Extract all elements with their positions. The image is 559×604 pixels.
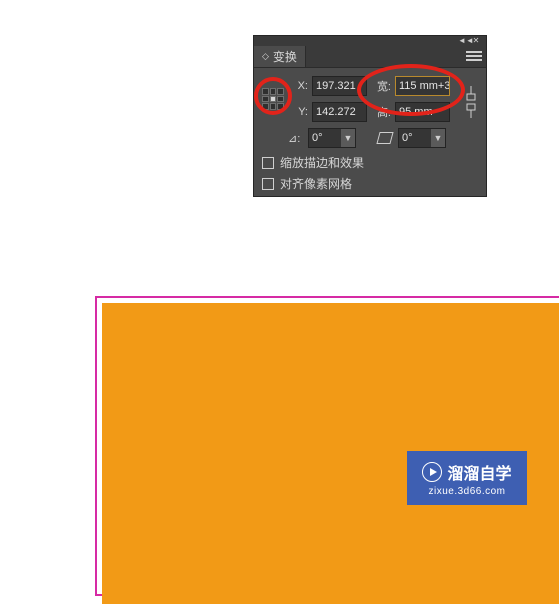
- chevron-down-icon[interactable]: ▼: [431, 129, 445, 147]
- checkbox-align-pixel[interactable]: [262, 178, 274, 190]
- width-input[interactable]: 115 mm+3: [395, 76, 450, 96]
- close-button[interactable]: ✕: [472, 37, 480, 45]
- link-wh-icon[interactable]: [464, 84, 478, 120]
- rotate-input[interactable]: 0° ▼: [308, 128, 356, 148]
- x-input[interactable]: 197.321: [312, 76, 367, 96]
- y-label: Y:: [292, 106, 308, 118]
- watermark-url: zixue.3d66.com: [428, 486, 505, 497]
- panel-body: X: 197.321 宽: 115 mm+3 Y: 142.272 高: 95 …: [254, 68, 486, 198]
- tab-label: 变换: [273, 48, 297, 65]
- transform-panel: ◄◄ ✕ ◇ 变换 X: 197.321 宽:: [253, 35, 487, 197]
- watermark-brand: 溜溜自学: [447, 460, 511, 484]
- scale-strokes-row[interactable]: 缩放描边和效果: [262, 154, 478, 171]
- chevron-down-icon[interactable]: ▼: [341, 129, 355, 147]
- collapse-button[interactable]: ◄◄: [458, 37, 466, 45]
- checkbox-scale-strokes[interactable]: [262, 157, 274, 169]
- watermark: 溜溜自学 zixue.3d66.com: [407, 451, 527, 505]
- reference-point-selector[interactable]: [262, 88, 284, 110]
- panel-titlebar: ◄◄ ✕: [254, 36, 486, 46]
- diamond-icon: ◇: [262, 51, 269, 62]
- artboard[interactable]: [95, 296, 559, 596]
- shear-icon: [376, 132, 393, 144]
- checkbox-scale-label: 缩放描边和效果: [280, 154, 364, 171]
- tab-transform[interactable]: ◇ 变换: [254, 46, 306, 67]
- y-input[interactable]: 142.272: [312, 102, 367, 122]
- panel-menu-button[interactable]: [466, 49, 482, 63]
- rotate-icon: ⊿:: [288, 132, 304, 145]
- x-label: X:: [292, 80, 308, 92]
- shear-input[interactable]: 0° ▼: [398, 128, 446, 148]
- panel-tabs: ◇ 变换: [254, 46, 486, 68]
- play-icon: [422, 462, 442, 482]
- h-label: 高:: [371, 104, 391, 120]
- height-input[interactable]: 95 mm: [395, 102, 450, 122]
- checkbox-align-label: 对齐像素网格: [280, 175, 352, 192]
- w-label: 宽:: [371, 78, 391, 94]
- align-pixel-row[interactable]: 对齐像素网格: [262, 175, 478, 192]
